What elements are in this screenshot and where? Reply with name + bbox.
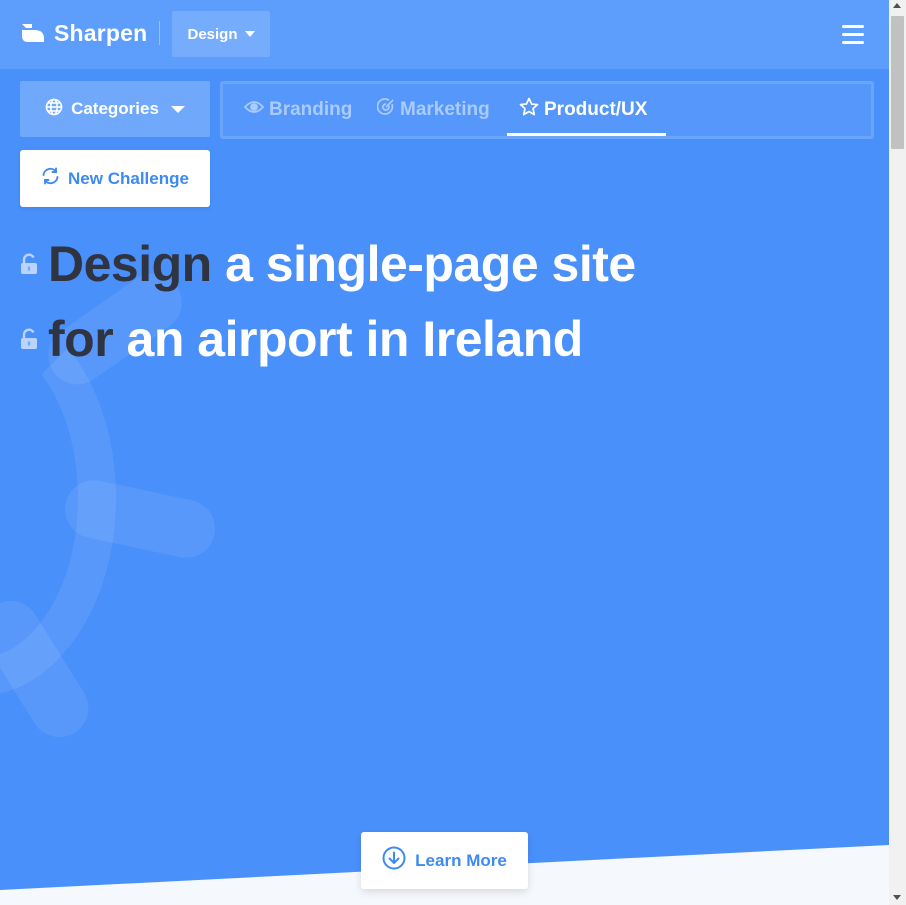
top-navbar: Sharpen Design [0,0,889,69]
caret-down-icon [170,105,185,113]
categories-label: Categories [71,99,159,118]
challenge-text-1: Design a single-page site [48,235,636,293]
challenge-line-2: for an airport in Ireland [20,301,636,376]
target-icon [376,98,395,122]
tab-label: Branding [269,99,353,120]
learn-more-label: Learn More [415,850,507,870]
brand-name: Sharpen [54,19,148,46]
learn-more-button[interactable]: Learn More [361,832,528,889]
challenge-line-1: Design a single-page site [20,226,636,301]
tab-branding[interactable]: Branding [243,84,353,136]
caret-down-icon [244,31,255,37]
star-icon [519,97,539,123]
tab-product-ux[interactable]: Product/UX [519,84,647,136]
challenge-text-2: for an airport in Ireland [48,310,583,368]
scrollbar-thumb[interactable] [891,16,904,149]
challenge-keyword[interactable]: for [48,311,114,367]
design-dropdown[interactable]: Design [172,11,270,57]
arrow-down-circle-icon [382,846,406,875]
sharpen-logo-icon [20,22,46,44]
design-dropdown-label: Design [187,25,238,43]
scrollbar[interactable] [889,0,906,905]
scroll-up-arrow-icon[interactable] [893,3,901,8]
tab-label: Marketing [400,99,490,120]
globe-icon [45,98,63,121]
eye-icon [243,99,265,121]
nav-divider [159,21,160,45]
unlock-icon[interactable] [20,253,38,275]
new-challenge-label: New Challenge [68,168,189,188]
unlock-icon[interactable] [20,328,38,350]
tab-label: Product/UX [544,99,648,120]
challenge-phrase: a single-page site [211,235,636,292]
category-tabs: Branding Marketing Product/UX [220,81,874,139]
active-tab-indicator [507,133,666,136]
challenge-headline: Design a single-page site for an airport… [20,226,636,376]
page: Sharpen Design Categories Branding Marke… [0,0,889,905]
hamburger-menu-icon[interactable] [842,25,864,45]
categories-button[interactable]: Categories [20,81,210,137]
tab-marketing[interactable]: Marketing [376,84,490,136]
refresh-icon [41,167,60,190]
challenge-keyword[interactable]: Design [48,236,212,292]
scroll-down-arrow-icon[interactable] [893,895,901,900]
new-challenge-button[interactable]: New Challenge [20,150,210,207]
brand-logo[interactable]: Sharpen [20,18,147,48]
challenge-phrase: an airport in Ireland [113,310,584,367]
